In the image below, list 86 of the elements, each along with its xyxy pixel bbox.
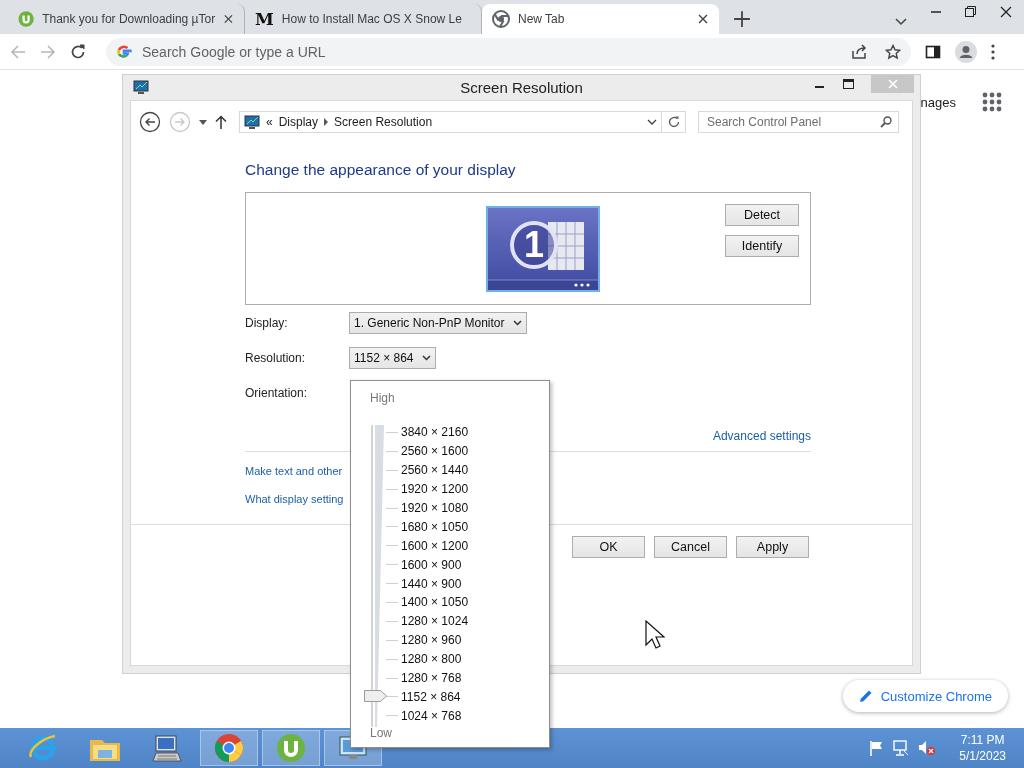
google-icon [116, 43, 132, 60]
cursor-icon [645, 620, 665, 650]
share-icon[interactable] [851, 43, 867, 60]
dropdown-icon[interactable] [199, 119, 207, 125]
chevron-down-icon[interactable] [895, 18, 907, 26]
breadcrumb-arrow-icon[interactable] [324, 118, 329, 126]
resolution-option[interactable]: 3840 × 2160 [401, 425, 469, 440]
page-heading: Change the appearance of your display [245, 161, 517, 180]
side-button[interactable]: Detect [725, 204, 799, 226]
taskbar-app[interactable] [262, 730, 320, 766]
search-icon [880, 116, 892, 128]
resolution-option[interactable]: 1024 × 768 [401, 708, 462, 723]
resolution-option[interactable]: 1280 × 1024 [401, 614, 469, 629]
resolution-option[interactable]: 1440 × 900 [401, 576, 462, 591]
resolution-option[interactable]: 1680 × 1050 [401, 519, 469, 534]
new-tab-icon[interactable] [733, 10, 751, 28]
display-settings-icon [244, 114, 260, 130]
resolution-option[interactable]: 1152 × 864 [401, 689, 461, 704]
utorrent-icon [276, 733, 306, 763]
advanced-settings-link[interactable]: Advanced settings [712, 429, 811, 443]
apps-grid-icon[interactable] [982, 92, 1002, 112]
slider-thumb[interactable] [364, 690, 388, 703]
images-link[interactable]: nages [920, 94, 956, 110]
resolution-option[interactable]: 1280 × 800 [401, 652, 462, 667]
search-box[interactable]: Search Control Panel [698, 111, 899, 133]
field-label: Orientation: [245, 385, 309, 400]
network-icon[interactable] [893, 740, 910, 756]
resolution-option[interactable]: 1600 × 1200 [401, 538, 469, 553]
low-label: Low [370, 726, 393, 742]
tab-title: Thank you for Downloading µTor [42, 12, 216, 26]
field-label: Display: [245, 315, 289, 330]
chevron-down-icon[interactable] [647, 119, 657, 125]
breadcrumb-item[interactable]: Display [278, 115, 319, 129]
customize-button[interactable]: Customize Chrome [842, 680, 1008, 712]
display-settings-icon [133, 80, 149, 95]
resolution-option[interactable]: 2560 × 1440 [401, 463, 469, 478]
field-label: Resolution: [245, 350, 307, 365]
restore-icon[interactable] [965, 6, 976, 17]
address-bar[interactable]: « Display Screen Resolution [239, 111, 662, 133]
help-link[interactable]: Make text and other [245, 465, 343, 477]
breadcrumb-item[interactable]: Screen Resolution [334, 115, 433, 129]
tab-title: How to Install Mac OS X Snow Le [281, 12, 462, 26]
address-bar[interactable]: Search Google or type a URL [106, 37, 911, 66]
chrome-icon [214, 733, 244, 763]
maximize-icon[interactable] [843, 79, 854, 89]
pencil-icon [858, 689, 873, 703]
refresh-button[interactable] [662, 111, 686, 133]
flag-icon[interactable] [868, 740, 885, 756]
dropdown[interactable]: 1152 × 864 [349, 346, 436, 369]
computer-icon [152, 734, 182, 762]
resolution-option[interactable]: 1920 × 1080 [401, 501, 469, 515]
up-arrow-icon[interactable] [215, 115, 227, 129]
chevron-down-icon[interactable] [421, 354, 431, 361]
back-icon[interactable] [139, 111, 161, 133]
monitor-tile[interactable]: 1 [486, 206, 600, 292]
resolution-option[interactable]: 1280 × 768 [401, 671, 462, 685]
chevron-down-icon[interactable] [512, 319, 522, 326]
breadcrumb-overflow[interactable]: « [266, 115, 273, 129]
side-panel-icon[interactable] [925, 43, 941, 60]
tab-title: New Tab [518, 12, 566, 26]
dialog-button[interactable]: OK [572, 536, 645, 558]
browser-e-icon [28, 733, 58, 763]
chrome-icon [492, 10, 510, 28]
dialog-button[interactable]: Cancel [654, 536, 727, 558]
browser-tab[interactable]: New Tab [482, 4, 719, 34]
taskbar-app[interactable] [200, 730, 258, 766]
reload-icon[interactable] [70, 43, 86, 60]
menu-icon[interactable] [991, 43, 995, 60]
high-label: High [370, 391, 396, 407]
dropdown[interactable]: 1. Generic Non-PnP Monitor [349, 311, 527, 334]
resolution-option[interactable]: 1600 × 900 [401, 557, 462, 572]
resolution-option[interactable]: 1920 × 1200 [401, 482, 469, 497]
dialog-button[interactable]: Apply [736, 536, 809, 558]
speaker-muted-icon[interactable] [918, 740, 937, 756]
resolution-option[interactable]: 2560 × 1600 [401, 444, 469, 459]
refresh-icon[interactable] [667, 116, 680, 128]
utorrent-icon [18, 10, 35, 28]
help-link[interactable]: What display setting [245, 493, 344, 505]
resolution-option[interactable]: 1400 × 1050 [401, 595, 469, 610]
side-button[interactable]: Identify [725, 235, 799, 257]
window-title: Screen Resolution [460, 79, 583, 96]
clock-date[interactable]: 5/1/2023 [959, 749, 1006, 763]
star-icon[interactable] [885, 43, 901, 60]
profile-icon[interactable] [955, 40, 977, 63]
resolution-option[interactable]: 1280 × 960 [401, 633, 462, 648]
site-logo: M [255, 10, 274, 28]
